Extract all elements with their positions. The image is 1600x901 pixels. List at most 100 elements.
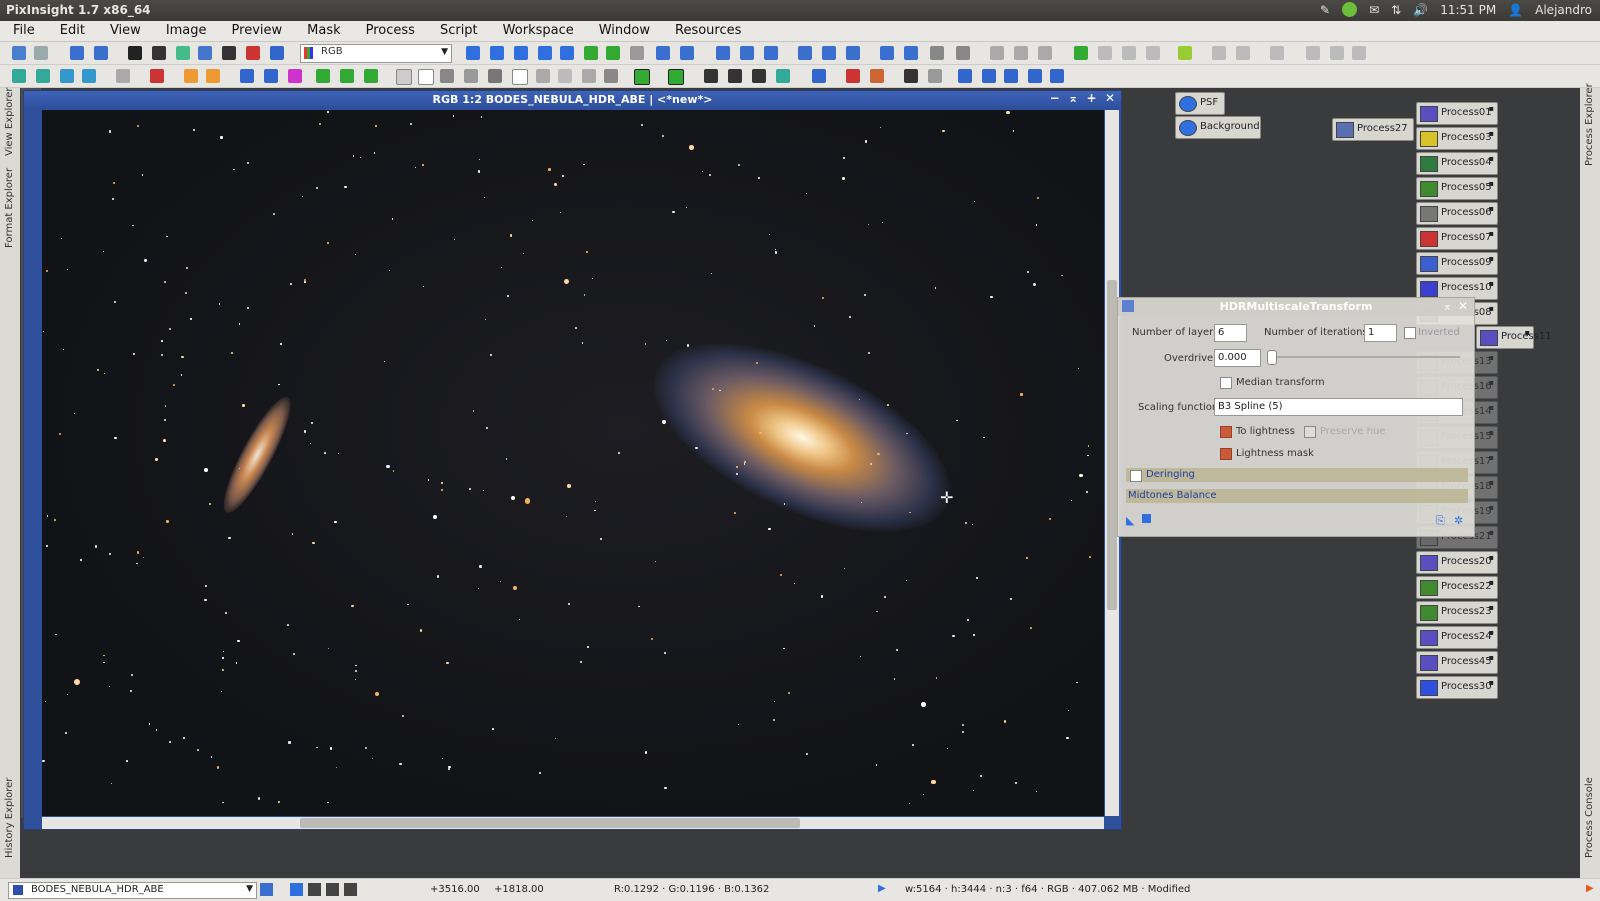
cube-icon[interactable] [316, 69, 330, 83]
histogram-icon[interactable] [270, 46, 284, 60]
rotate-180-icon[interactable] [1004, 69, 1018, 83]
psf-icon-item[interactable]: PSF [1175, 92, 1225, 115]
process-icon-process09[interactable]: Process09 ▪ [1416, 252, 1498, 275]
gradient2-icon[interactable] [928, 69, 942, 83]
preserve-hue-checkbox[interactable] [1304, 426, 1316, 438]
display-mode-rgb-icon[interactable] [290, 883, 303, 896]
notes-icon[interactable]: ✎ [1320, 3, 1330, 17]
process-icon-process30[interactable]: Process30 ▪ [1416, 676, 1498, 699]
fill5-icon[interactable] [536, 69, 550, 83]
mask-d-icon[interactable] [776, 69, 790, 83]
horizontal-scroll-thumb[interactable] [300, 818, 800, 828]
overdrive-slider[interactable] [1270, 356, 1460, 358]
color-mode-select[interactable]: RGB ▼ [300, 44, 452, 63]
midtones-balance-section[interactable]: Midtones Balance [1126, 489, 1468, 503]
menu-edit[interactable]: Edit [47, 21, 97, 41]
tab-history-explorer[interactable]: History Explorer [4, 778, 15, 858]
mirror-v-icon[interactable] [1050, 69, 1064, 83]
rotate-icon[interactable] [150, 69, 164, 83]
layers-icon[interactable] [634, 69, 650, 85]
star2-icon[interactable] [36, 69, 50, 83]
horizontal-scrollbar[interactable] [42, 817, 1104, 829]
minimize-icon[interactable]: − [1050, 91, 1060, 105]
network-icon[interactable]: ⇅ [1391, 3, 1401, 17]
preview-mode-icon[interactable] [538, 46, 552, 60]
menu-image[interactable]: Image [153, 21, 219, 41]
workspace2-icon[interactable] [1098, 46, 1112, 60]
process-icon-process05[interactable]: Process05 ▪ [1416, 177, 1498, 200]
shade-dialog-icon[interactable]: ⌅ [1443, 300, 1452, 313]
cascade-icon[interactable] [822, 46, 836, 60]
grid-icon[interactable] [82, 69, 96, 83]
workspace-active-icon[interactable] [1178, 46, 1192, 60]
process-icon-process01[interactable]: Process01 ▪ [1416, 102, 1498, 125]
zoom-mode-icon[interactable] [514, 46, 528, 60]
star-icon[interactable] [12, 69, 26, 83]
view-icon[interactable] [260, 883, 273, 896]
iterations-spinbox[interactable]: 1 [1364, 324, 1397, 342]
fix-icon[interactable] [184, 69, 198, 83]
layers-spinbox[interactable]: 6 [1214, 324, 1247, 342]
play-icon[interactable]: ▶ [878, 883, 886, 894]
tool-f-icon[interactable] [1352, 46, 1366, 60]
fill-icon[interactable] [440, 69, 454, 83]
readout-mode-icon[interactable] [466, 46, 480, 60]
screen-icon[interactable] [812, 69, 826, 83]
process-icon-process04[interactable]: Process04 ▪ [1416, 152, 1498, 175]
mail-icon[interactable]: ✉ [1369, 3, 1379, 17]
fill6-icon[interactable] [558, 69, 572, 83]
update-icon[interactable] [1342, 2, 1358, 17]
mask-invert-icon[interactable] [222, 46, 236, 60]
window-icon[interactable] [880, 46, 894, 60]
fix2-icon[interactable] [206, 69, 220, 83]
disabled-icon[interactable] [116, 69, 130, 83]
vertical-scroll-thumb[interactable] [1107, 280, 1117, 610]
rgb-channel-icon[interactable] [128, 46, 142, 60]
globe-icon[interactable] [240, 69, 254, 83]
pan-mode-icon[interactable] [490, 46, 504, 60]
menu-workspace[interactable]: Workspace [490, 21, 586, 41]
new-instance-icon[interactable]: ◣ [1126, 514, 1134, 527]
mask-icon[interactable] [176, 46, 190, 60]
workspace4-icon[interactable] [1146, 46, 1160, 60]
menu-file[interactable]: File [0, 21, 47, 41]
deringing-checkbox[interactable] [1130, 470, 1142, 482]
edit-instance-icon[interactable]: ⎘ [1436, 514, 1445, 528]
fit-view-icon[interactable] [798, 46, 812, 60]
tool-d-icon[interactable] [1306, 46, 1320, 60]
shade3-icon[interactable] [1038, 46, 1052, 60]
edit-preview-icon[interactable] [606, 46, 620, 60]
display-mode-g-icon[interactable] [326, 883, 339, 896]
mask-b-icon[interactable] [728, 69, 742, 83]
tab-process-console[interactable]: Process Console [1584, 777, 1595, 858]
menu-window[interactable]: Window [586, 21, 662, 41]
hdr-multiscale-transform-dialog[interactable]: HDRMultiscaleTransform ⌅ ✕ Number of lay… [1117, 297, 1475, 537]
globe2-icon[interactable] [264, 69, 278, 83]
scaling-function-select[interactable]: B3 Spline (5) [1214, 398, 1463, 416]
mask-a-icon[interactable] [704, 69, 718, 83]
console-icon[interactable]: ▶ [1586, 883, 1594, 894]
zoom-fit-icon[interactable] [764, 46, 778, 60]
median-transform-checkbox[interactable] [1220, 377, 1232, 389]
overdrive-slider-handle[interactable] [1267, 350, 1277, 365]
pointer-icon[interactable] [630, 46, 644, 60]
tile-icon[interactable] [846, 46, 860, 60]
process-icon-process11[interactable]: Process11 ▪ [1476, 326, 1552, 349]
close-icon[interactable]: ✕ [1458, 299, 1468, 313]
menu-view[interactable]: View [97, 21, 153, 41]
cube2-icon[interactable] [340, 69, 354, 83]
clock[interactable]: 11:51 PM [1440, 3, 1496, 17]
process-icon-process07[interactable]: Process07 ▪ [1416, 227, 1498, 250]
undo-icon[interactable] [12, 46, 26, 60]
shade-icon[interactable] [990, 46, 1004, 60]
rotate-left-icon[interactable] [958, 69, 972, 83]
menu-process[interactable]: Process [353, 21, 427, 41]
reset-icon[interactable]: ✲ [1454, 514, 1463, 527]
box-icon[interactable] [396, 69, 412, 85]
tool-a-icon[interactable] [1212, 46, 1226, 60]
color-icon[interactable] [288, 69, 302, 83]
tool-c-icon[interactable] [1270, 46, 1284, 60]
lightness-mask-checkbox[interactable] [1220, 448, 1232, 460]
menu-resources[interactable]: Resources [662, 21, 753, 41]
process27-icon-item[interactable]: Process27 [1332, 118, 1414, 141]
